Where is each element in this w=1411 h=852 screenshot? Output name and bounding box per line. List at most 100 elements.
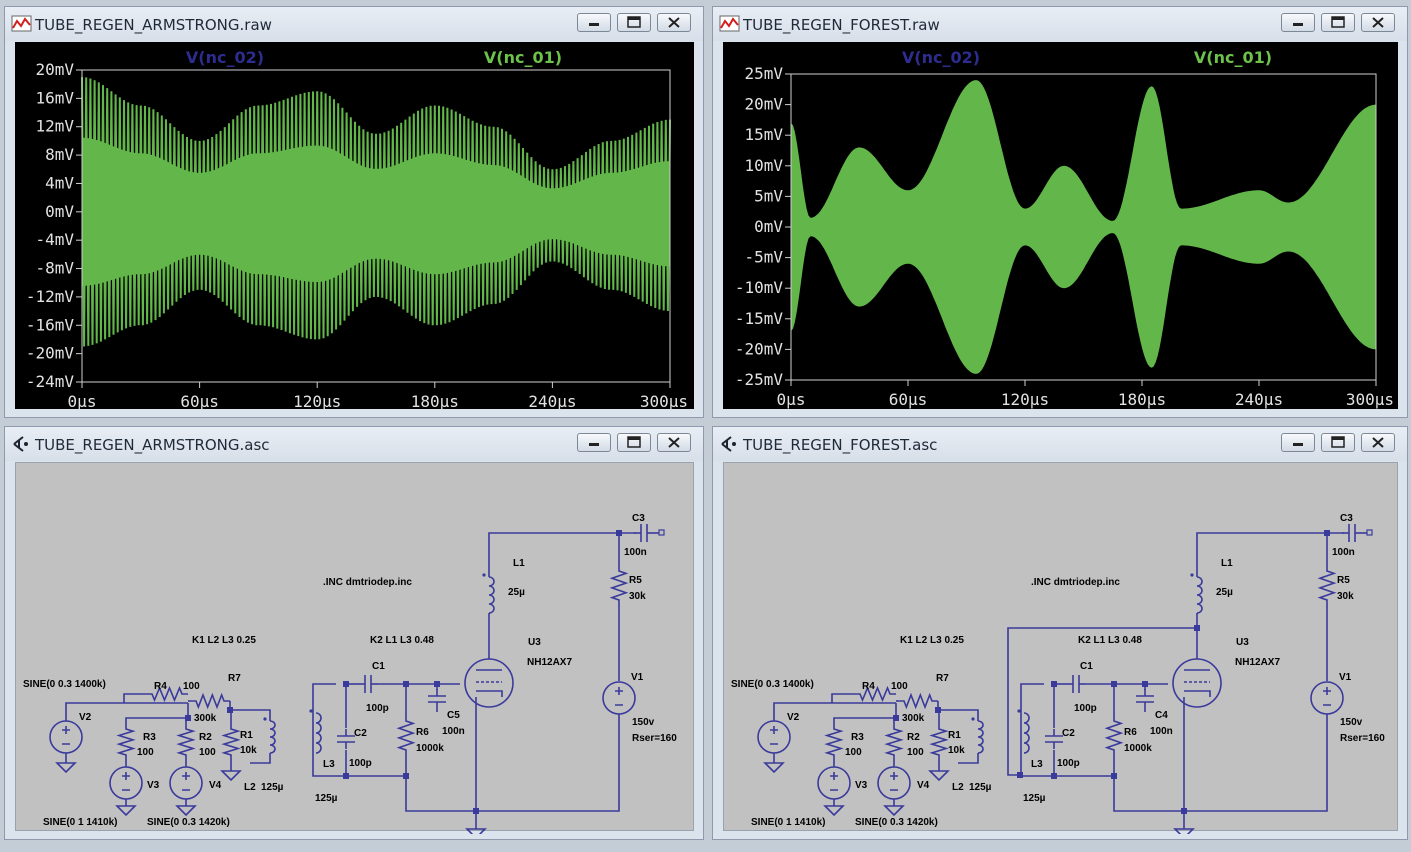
wire-c5-top[interactable] [406,683,438,690]
wire-v1-return[interactable] [476,714,620,812]
label-c-small[interactable]: C5 [447,710,460,721]
label-r3[interactable]: R3 [143,732,156,743]
inductor-l2[interactable] [263,717,276,754]
label-c1[interactable]: C1 [372,661,385,672]
capacitor-c3[interactable] [1342,524,1362,542]
schematic-drawing[interactable]: .INC dmtriodep.inc K1 L2 L3 0.25 K2 L1 L3 … [724,463,1401,834]
label-c2[interactable]: C2 [1062,728,1075,739]
label-r2[interactable]: R2 [199,732,212,743]
label-r4-val[interactable]: 100 [891,681,908,692]
voltage-source-v4[interactable] [877,766,911,800]
label-c3[interactable]: C3 [632,513,645,524]
trace-label-nc02[interactable]: V(nc_02) [902,48,980,67]
label-l3[interactable]: L3 [1031,759,1043,770]
label-c1[interactable]: C1 [1080,661,1093,672]
resistor-r1[interactable] [221,721,241,763]
trace-label-nc01[interactable]: V(nc_01) [484,48,562,67]
wire-v1-return[interactable] [1184,714,1328,812]
label-sine-v2[interactable]: SINE(0 0.3 1400k) [23,679,106,690]
label-l3-val[interactable]: 125µ [1023,793,1046,804]
label-sine-v3[interactable]: SINE(0 1 1410k) [43,817,118,828]
resistor-r4[interactable] [854,685,896,703]
label-k1[interactable]: K1 L2 L3 0.25 [900,635,964,646]
label-k2[interactable]: K2 L1 L3 0.48 [1078,635,1142,646]
voltage-source-v3[interactable] [817,766,851,800]
resistor-r1[interactable] [929,721,949,763]
plot-area[interactable]: V(nc_02) V(nc_01) 20mV 16mV 12mV 8mV 4mV 0mV -4m… [15,42,694,411]
capacitor-c-small[interactable] [1136,689,1154,709]
maximize-button[interactable] [617,433,651,452]
close-button[interactable] [657,433,691,452]
label-r1-val[interactable]: 10k [240,745,257,756]
inductor-l1[interactable] [1190,573,1203,614]
label-r7-val[interactable]: 300k [902,713,925,724]
resistor-r4[interactable] [146,685,188,703]
capacitor-c1[interactable] [358,675,378,693]
label-r5-val[interactable]: 30k [629,591,646,602]
label-r3-val[interactable]: 100 [137,747,154,758]
voltage-source-v1[interactable] [602,681,636,715]
plot-window-armstrong[interactable]: TUBE_REGEN_ARMSTRONG.raw V(nc_02) V(nc_01… [4,6,704,418]
wire-feedback-forest[interactable] [1007,627,1197,776]
label-sine-v4[interactable]: SINE(0 0.3 1420k) [147,817,230,828]
close-button[interactable] [1361,13,1395,32]
label-r1-val[interactable]: 10k [948,745,965,756]
label-r2[interactable]: R2 [907,732,920,743]
label-v1-rser[interactable]: Rser=160 [1340,733,1385,744]
label-r2-val[interactable]: 100 [907,747,924,758]
label-c-small-val[interactable]: 100n [1150,726,1173,737]
waveform-chart[interactable]: V(nc_02) V(nc_01) 25mV 20mV 15mV 10mV 5mV 0mV -5… [723,42,1400,411]
label-v1[interactable]: V1 [1339,672,1352,683]
label-v3[interactable]: V3 [147,780,160,791]
label-c-small[interactable]: C4 [1155,710,1168,721]
resistor-r5[interactable] [1317,563,1337,608]
title-bar[interactable]: TUBE_REGEN_FOREST.asc [713,427,1407,461]
label-r2-val[interactable]: 100 [199,747,216,758]
label-r7-val[interactable]: 300k [194,713,217,724]
output-terminal[interactable] [1366,529,1373,536]
wire-c5-top[interactable] [1114,683,1146,690]
title-bar[interactable]: TUBE_REGEN_ARMSTRONG.raw [5,7,703,41]
close-button[interactable] [1361,433,1395,452]
label-c3-val[interactable]: 100n [624,547,647,558]
label-r4[interactable]: R4 [862,681,875,692]
resistor-r7[interactable] [190,692,230,710]
wire-r3-top[interactable] [833,717,896,721]
label-sine-v4[interactable]: SINE(0 0.3 1420k) [855,817,938,828]
label-r4[interactable]: R4 [154,681,167,692]
capacitor-c2[interactable] [1045,729,1063,749]
label-inc[interactable]: .INC dmtriodep.inc [323,577,412,588]
resistor-r2[interactable] [176,721,196,763]
label-r3-val[interactable]: 100 [845,747,862,758]
label-c3[interactable]: C3 [1340,513,1353,524]
label-l2-val[interactable]: 125µ [969,782,992,793]
inductor-l3[interactable] [1017,709,1030,754]
label-u3-model[interactable]: NH12AX7 [1235,657,1280,668]
capacitor-c3[interactable] [634,524,654,542]
label-l2-val[interactable]: 125µ [261,782,284,793]
minimize-button[interactable] [1281,433,1315,452]
voltage-source-v2[interactable] [757,720,791,754]
label-v3[interactable]: V3 [855,780,868,791]
resistor-r7[interactable] [898,692,938,710]
label-c2[interactable]: C2 [354,728,367,739]
label-r7[interactable]: R7 [228,673,241,684]
trace-label-nc02[interactable]: V(nc_02) [186,48,264,67]
schematic-window-forest[interactable]: TUBE_REGEN_FOREST.asc .INC dmtriodep.inc… [712,426,1408,840]
label-sine-v2[interactable]: SINE(0 0.3 1400k) [731,679,814,690]
resistor-r6[interactable] [396,713,416,758]
label-c2-val[interactable]: 100p [1057,758,1080,769]
label-r6[interactable]: R6 [1124,727,1137,738]
resistor-r6[interactable] [1104,713,1124,758]
close-button[interactable] [657,13,691,32]
wire-r4-left[interactable] [831,693,854,703]
trace-label-nc01[interactable]: V(nc_01) [1194,48,1272,67]
label-r1[interactable]: R1 [948,730,961,741]
output-terminal[interactable] [658,529,665,536]
label-v2[interactable]: V2 [79,712,92,723]
inductor-l2[interactable] [971,717,984,754]
schematic-drawing[interactable]: .INC dmtriodep.inc K1 L2 L3 0.25 K2 L1 L3 … [16,463,697,834]
resistor-r5[interactable] [609,563,629,608]
capacitor-c1[interactable] [1066,675,1086,693]
voltage-source-v3[interactable] [109,766,143,800]
